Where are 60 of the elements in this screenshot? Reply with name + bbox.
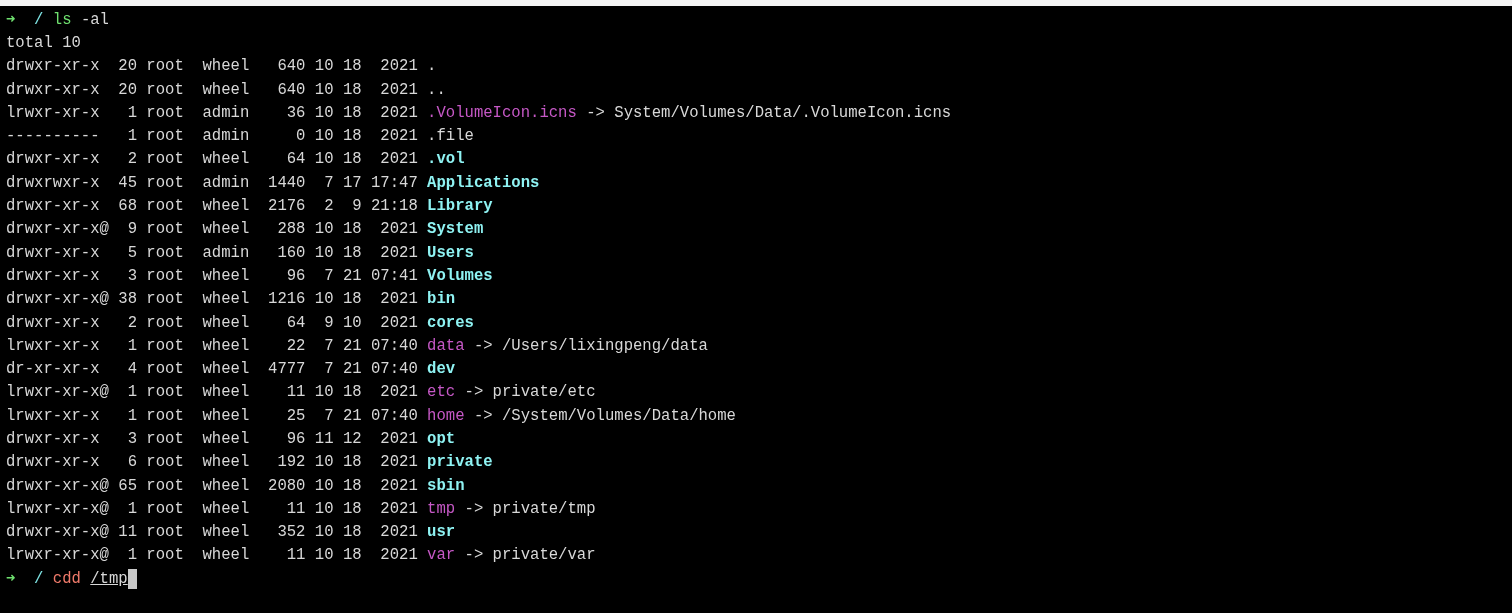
command-argument: /tmp [90,569,128,588]
file-name: .VolumeIcon.icns [427,103,577,122]
file-name: private [427,453,493,472]
file-name: System [427,220,484,239]
file-attributes: drwxr-xr-x@ 38 root wheel 1216 10 18 2021 [6,290,418,309]
file-name: usr [427,523,456,542]
file-attributes: drwxr-xr-x 68 root wheel 2176 2 9 21:18 [6,197,418,215]
file-name: .vol [427,150,465,169]
file-attributes: drwxr-xr-x 3 root wheel 96 11 12 2021 [6,430,418,448]
file-attributes: drwxr-xr-x@ 11 root wheel 352 10 18 2021 [6,523,418,542]
file-attributes: drwxr-xr-x@ 65 root wheel 2080 10 18 2021 [6,476,418,495]
link-target: -> private/etc [464,383,596,402]
prompt-arrow: ➜ [6,569,16,589]
file-attributes: ---------- 1 root admin 0 10 18 2021 [6,127,418,146]
file-attributes: lrwxr-xr-x 1 root admin 36 10 18 2021 [6,103,418,122]
file-name: tmp [427,499,456,518]
current-directory: / [34,569,44,588]
file-name: data [427,336,465,355]
file-attributes: drwxr-xr-x 2 root wheel 64 10 18 2021 [6,150,418,169]
file-attributes: drwxr-xr-x 3 root wheel 96 7 21 07:41 [6,266,418,285]
file-name: home [427,406,465,425]
file-attributes: lrwxr-xr-x@ 1 root wheel 11 10 18 2021 [6,499,418,518]
current-directory: / [34,10,44,29]
file-name: opt [427,430,456,448]
command-text: ls [52,10,72,29]
file-name: Applications [427,173,540,192]
command-text: cdd [52,569,81,588]
text-cursor [127,568,137,589]
file-attributes: lrwxr-xr-x 1 root wheel 22 7 21 07:40 [6,336,418,355]
file-attributes: drwxr-xr-x 5 root admin 160 10 18 2021 [6,243,418,262]
command-argument: -al [80,10,109,29]
file-name: dev [427,360,456,379]
file-attributes: lrwxr-xr-x@ 1 root wheel 11 10 18 2021 [6,546,418,565]
link-target: -> private/tmp [464,499,596,518]
link-target: -> private/var [464,546,596,565]
prompt-arrow: ➜ [6,10,16,30]
file-name: .file [427,127,474,146]
file-name: var [427,546,456,565]
file-attributes: drwxrwxr-x 45 root admin 1440 7 17 17:47 [6,173,418,192]
file-attributes: lrwxr-xr-x@ 1 root wheel 11 10 18 2021 [6,383,418,402]
file-attributes: drwxr-xr-x 6 root wheel 192 10 18 2021 [6,453,418,472]
file-name: . [427,57,437,76]
file-name: bin [427,290,456,309]
link-target: -> /System/Volumes/Data/home [473,406,736,425]
file-name: Volumes [427,266,493,285]
file-name: etc [427,383,456,402]
file-name: cores [427,313,474,332]
link-target: -> /Users/lixingpeng/data [473,336,708,355]
file-name: Library [427,197,493,215]
file-attributes: lrwxr-xr-x 1 root wheel 25 7 21 07:40 [6,406,418,425]
file-name: .. [427,80,446,99]
file-attributes: drwxr-xr-x 20 root wheel 640 10 18 2021 [6,80,418,99]
file-name: sbin [427,476,465,495]
file-attributes: drwxr-xr-x 20 root wheel 640 10 18 2021 [6,57,418,76]
link-target: -> System/Volumes/Data/.VolumeIcon.icns [586,103,952,122]
file-name: Users [427,243,474,262]
file-attributes: dr-xr-xr-x 4 root wheel 4777 7 21 07:40 [6,360,418,379]
file-attributes: drwxr-xr-x@ 9 root wheel 288 10 18 2021 [6,220,418,239]
output-line: total 10 [6,33,81,52]
file-attributes: drwxr-xr-x 2 root wheel 64 9 10 2021 [6,313,418,332]
